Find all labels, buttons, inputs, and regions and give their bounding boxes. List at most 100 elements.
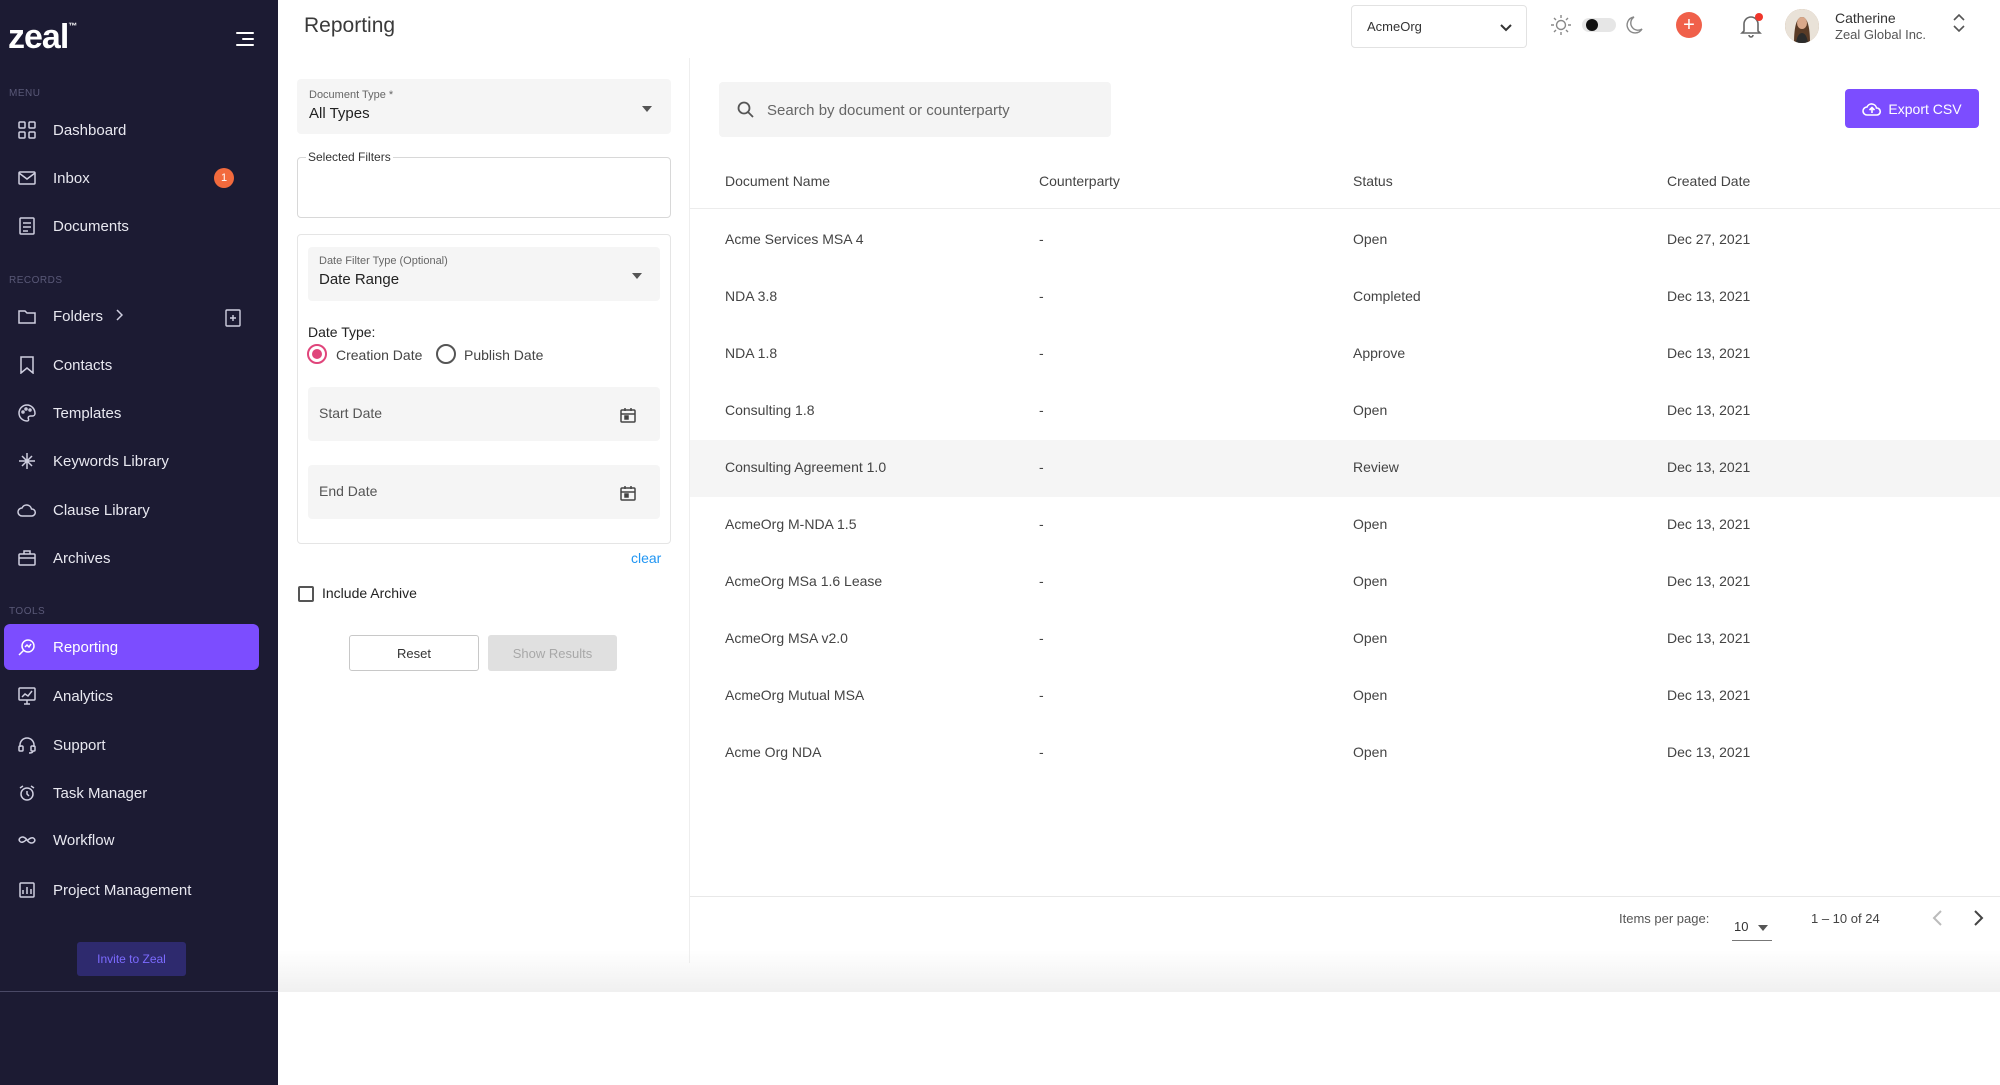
sidebar-item-keywords-library[interactable]: Keywords Library xyxy=(4,438,259,484)
column-header-document-name[interactable]: Document Name xyxy=(725,173,830,189)
sidebar-item-documents[interactable]: Documents xyxy=(4,203,259,249)
sidebar-item-contacts[interactable]: Contacts xyxy=(4,342,259,388)
add-new-icon[interactable]: + xyxy=(1676,12,1702,38)
column-header-status[interactable]: Status xyxy=(1353,173,1393,189)
sidebar-item-task-manager[interactable]: Task Manager xyxy=(4,770,259,816)
keywords-icon xyxy=(16,450,38,472)
show-results-button[interactable]: Show Results xyxy=(488,635,617,671)
cell-document-name: AcmeOrg Mutual MSA xyxy=(725,687,865,703)
invite-button[interactable]: Invite to Zeal xyxy=(77,942,186,976)
reset-button[interactable]: Reset xyxy=(349,635,479,671)
archive-icon xyxy=(16,547,38,569)
sidebar-item-label: Documents xyxy=(53,217,129,235)
selected-filters-label: Selected Filters xyxy=(306,150,393,164)
end-date-input[interactable]: End Date xyxy=(308,465,660,519)
include-archive-checkbox[interactable] xyxy=(298,586,314,602)
table-row[interactable]: NDA 3.8 - Completed Dec 13, 2021 xyxy=(690,269,2000,326)
export-csv-label: Export CSV xyxy=(1888,100,1962,117)
sidebar-item-label: Archives xyxy=(53,549,111,567)
cell-created-date: Dec 13, 2021 xyxy=(1667,744,1751,760)
clear-link[interactable]: clear xyxy=(631,550,661,566)
page-title: Reporting xyxy=(304,14,396,37)
cell-counterparty: - xyxy=(1039,231,1044,247)
calendar-icon[interactable] xyxy=(620,407,636,423)
sidebar-item-support[interactable]: Support xyxy=(4,722,259,768)
items-per-page-select[interactable]: 10 xyxy=(1732,911,1772,941)
avatar[interactable] xyxy=(1785,9,1819,43)
dropdown-arrow-icon xyxy=(642,106,652,112)
sidebar-item-label: Support xyxy=(53,736,106,754)
sidebar-item-folders[interactable]: Folders xyxy=(4,293,259,339)
export-csv-button[interactable]: Export CSV xyxy=(1845,89,1979,128)
notification-bell-icon[interactable] xyxy=(1738,12,1764,38)
cell-counterparty: - xyxy=(1039,288,1044,304)
document-type-select[interactable]: Document Type * All Types xyxy=(297,79,671,134)
theme-toggle[interactable] xyxy=(1548,12,1648,38)
column-header-created-date[interactable]: Created Date xyxy=(1667,173,1750,189)
cell-status: Open xyxy=(1353,402,1388,418)
next-page-icon[interactable] xyxy=(1968,908,1988,928)
table-row[interactable]: AcmeOrg Mutual MSA - Open Dec 13, 2021 xyxy=(690,668,2000,725)
infinity-icon xyxy=(16,829,38,851)
bottom-fade xyxy=(278,950,2000,992)
document-type-value: All Types xyxy=(309,105,370,122)
sun-icon xyxy=(1551,15,1571,35)
org-select[interactable]: AcmeOrg xyxy=(1351,5,1527,48)
sidebar-item-label: Task Manager xyxy=(53,784,148,802)
section-label-menu: MENU xyxy=(9,88,41,99)
cell-created-date: Dec 13, 2021 xyxy=(1667,573,1751,589)
cell-counterparty: - xyxy=(1039,402,1044,418)
cell-document-name: NDA 1.8 xyxy=(725,345,778,361)
cell-document-name: NDA 3.8 xyxy=(725,288,778,304)
table-row[interactable]: Consulting 1.8 - Open Dec 13, 2021 xyxy=(690,383,2000,440)
table-row[interactable]: Acme Org NDA - Open Dec 13, 2021 xyxy=(690,725,2000,782)
zeal-logo[interactable]: zeal™ xyxy=(8,18,77,57)
palette-icon xyxy=(16,402,38,424)
publish-date-radio[interactable] xyxy=(436,344,456,364)
start-date-placeholder: Start Date xyxy=(319,405,383,421)
cell-created-date: Dec 13, 2021 xyxy=(1667,516,1751,532)
project-icon xyxy=(16,879,38,901)
account-switch-icon[interactable] xyxy=(1952,13,1966,37)
cell-status: Open xyxy=(1353,516,1388,532)
sidebar: zeal™ MENU Dashboard Inbox 1 Documents R… xyxy=(0,0,278,1085)
cloud-icon xyxy=(16,499,38,521)
start-date-input[interactable]: Start Date xyxy=(308,387,660,441)
creation-date-radio[interactable] xyxy=(307,344,327,364)
cell-created-date: Dec 13, 2021 xyxy=(1667,402,1751,418)
sidebar-item-archives[interactable]: Archives xyxy=(4,535,259,581)
date-filter-type-select[interactable]: Date Filter Type (Optional) Date Range xyxy=(308,247,660,301)
sidebar-item-workflow[interactable]: Workflow xyxy=(4,817,259,863)
sidebar-item-templates[interactable]: Templates xyxy=(4,390,259,436)
sidebar-item-project-management[interactable]: Project Management xyxy=(4,867,259,913)
cloud-upload-icon xyxy=(1862,102,1882,116)
cell-status: Open xyxy=(1353,687,1388,703)
table-row[interactable]: AcmeOrg M-NDA 1.5 - Open Dec 13, 2021 xyxy=(690,497,2000,554)
table-row[interactable]: NDA 1.8 - Approve Dec 13, 2021 xyxy=(690,326,2000,383)
search-input[interactable] xyxy=(767,99,1097,121)
sidebar-item-clause-library[interactable]: Clause Library xyxy=(4,487,259,533)
menu-toggle-icon[interactable] xyxy=(236,32,254,46)
cell-created-date: Dec 13, 2021 xyxy=(1667,459,1751,475)
publish-date-label: Publish Date xyxy=(464,347,544,363)
sidebar-item-dashboard[interactable]: Dashboard xyxy=(4,107,259,153)
add-folder-icon[interactable] xyxy=(225,309,243,327)
column-header-counterparty[interactable]: Counterparty xyxy=(1039,173,1120,189)
cell-document-name: Acme Org NDA xyxy=(725,744,822,760)
inbox-count-badge: 1 xyxy=(214,168,234,188)
table-row[interactable]: AcmeOrg MSa 1.6 Lease - Open Dec 13, 2021 xyxy=(690,554,2000,611)
cell-document-name: AcmeOrg M-NDA 1.5 xyxy=(725,516,857,532)
table-row[interactable]: Consulting Agreement 1.0 - Review Dec 13, 2… xyxy=(690,440,2000,497)
grid-icon xyxy=(16,119,38,141)
previous-page-icon[interactable] xyxy=(1928,908,1948,928)
table-row[interactable]: AcmeOrg MSA v2.0 - Open Dec 13, 2021 xyxy=(690,611,2000,668)
cell-status: Approve xyxy=(1353,345,1406,361)
calendar-icon[interactable] xyxy=(620,485,636,501)
cell-status: Review xyxy=(1353,459,1399,475)
sidebar-item-analytics[interactable]: Analytics xyxy=(4,673,259,719)
sidebar-item-reporting[interactable]: Reporting xyxy=(4,624,259,670)
cell-status: Open xyxy=(1353,744,1388,760)
cell-created-date: Dec 13, 2021 xyxy=(1667,345,1751,361)
cell-counterparty: - xyxy=(1039,630,1044,646)
table-row[interactable]: Acme Services MSA 4 - Open Dec 27, 2021 xyxy=(690,212,2000,269)
